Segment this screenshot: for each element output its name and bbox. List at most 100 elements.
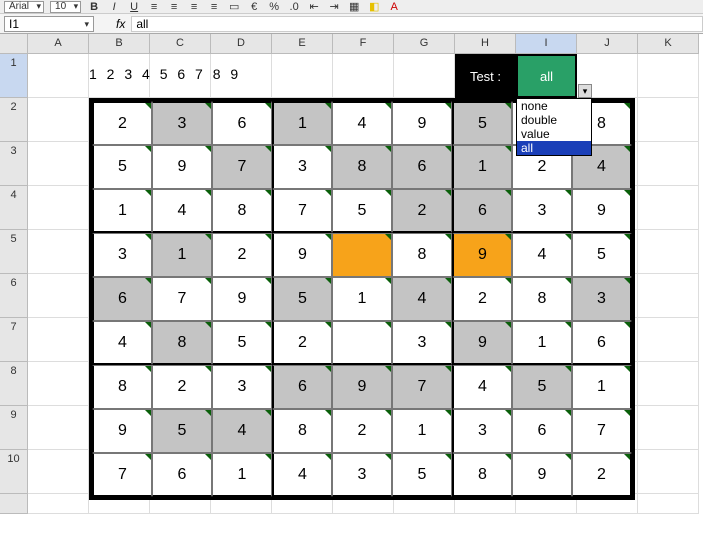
italic-icon[interactable]: I [107, 0, 121, 14]
sudoku-cell[interactable]: 6 [572, 321, 632, 365]
sudoku-cell[interactable]: 3 [452, 409, 512, 453]
sudoku-cell[interactable]: 9 [332, 365, 392, 409]
col-header[interactable]: A [28, 34, 89, 54]
col-header[interactable]: C [150, 34, 211, 54]
sudoku-cell[interactable]: 9 [152, 145, 212, 189]
chevron-down-icon[interactable]: ▾ [578, 84, 592, 98]
sudoku-cell[interactable]: 9 [572, 189, 632, 233]
sudoku-cell[interactable]: 7 [572, 409, 632, 453]
col-header[interactable]: H [455, 34, 516, 54]
cell[interactable] [28, 230, 89, 274]
cell[interactable] [28, 98, 89, 142]
sudoku-cell[interactable]: 4 [92, 321, 152, 365]
cell[interactable] [28, 362, 89, 406]
name-box[interactable]: I1 [4, 16, 94, 32]
sudoku-cell[interactable]: 3 [512, 189, 572, 233]
cell[interactable] [28, 450, 89, 494]
font-size-combo[interactable]: 10 [50, 1, 81, 13]
sudoku-cell[interactable]: 5 [512, 365, 572, 409]
col-header[interactable]: E [272, 34, 333, 54]
sudoku-cell[interactable]: 6 [92, 277, 152, 321]
cell[interactable] [28, 494, 89, 514]
sudoku-cell[interactable]: 5 [572, 233, 632, 277]
sudoku-cell[interactable]: 1 [332, 277, 392, 321]
sudoku-cell[interactable]: 8 [92, 365, 152, 409]
col-header[interactable]: F [333, 34, 394, 54]
cell[interactable] [638, 98, 699, 142]
sudoku-cell[interactable]: 6 [152, 453, 212, 497]
sudoku-cell[interactable]: 7 [212, 145, 272, 189]
col-header[interactable]: G [394, 34, 455, 54]
sudoku-cell[interactable]: 5 [452, 101, 512, 145]
sudoku-cell[interactable]: 6 [272, 365, 332, 409]
sudoku-cell[interactable]: 2 [452, 277, 512, 321]
sudoku-cell[interactable]: 5 [392, 453, 452, 497]
sudoku-cell[interactable]: 9 [392, 101, 452, 145]
sudoku-cell[interactable]: 6 [512, 409, 572, 453]
cell[interactable] [28, 406, 89, 450]
sudoku-cell[interactable] [332, 233, 392, 277]
sudoku-cell[interactable]: 8 [512, 277, 572, 321]
sudoku-cell[interactable] [332, 321, 392, 365]
cell[interactable] [638, 362, 699, 406]
sudoku-cell[interactable]: 7 [272, 189, 332, 233]
cell[interactable] [638, 274, 699, 318]
sudoku-cell[interactable]: 8 [452, 453, 512, 497]
sudoku-cell[interactable]: 1 [92, 189, 152, 233]
sudoku-cell[interactable]: 6 [212, 101, 272, 145]
indent-dec-icon[interactable]: ⇤ [307, 0, 321, 14]
cell[interactable] [638, 406, 699, 450]
sudoku-cell[interactable]: 2 [272, 321, 332, 365]
sudoku-cell[interactable]: 3 [152, 101, 212, 145]
sudoku-cell[interactable]: 2 [332, 409, 392, 453]
sudoku-cell[interactable]: 4 [512, 233, 572, 277]
cell[interactable] [28, 142, 89, 186]
sudoku-cell[interactable]: 1 [392, 409, 452, 453]
cell[interactable] [28, 186, 89, 230]
sudoku-cell[interactable]: 1 [452, 145, 512, 189]
row-header[interactable]: 9 [0, 406, 28, 450]
sudoku-cell[interactable]: 6 [452, 189, 512, 233]
sudoku-cell[interactable]: 4 [332, 101, 392, 145]
row-header[interactable]: 5 [0, 230, 28, 274]
cell[interactable] [638, 230, 699, 274]
sudoku-cell[interactable]: 1 [152, 233, 212, 277]
col-header[interactable]: K [638, 34, 699, 54]
sudoku-cell[interactable]: 2 [392, 189, 452, 233]
sudoku-cell[interactable]: 1 [572, 365, 632, 409]
sudoku-cell[interactable]: 6 [392, 145, 452, 189]
row-header[interactable]: 1 [0, 54, 28, 98]
sudoku-cell[interactable]: 4 [452, 365, 512, 409]
sudoku-cell[interactable]: 2 [572, 453, 632, 497]
align-right-icon[interactable]: ≡ [187, 0, 201, 14]
sudoku-cell[interactable]: 8 [332, 145, 392, 189]
align-center-icon[interactable]: ≡ [167, 0, 181, 14]
cell[interactable] [28, 274, 89, 318]
formula-input[interactable]: all [131, 16, 703, 32]
sudoku-cell[interactable]: 3 [332, 453, 392, 497]
dropdown-option[interactable]: all [517, 141, 591, 155]
sudoku-cell[interactable]: 8 [152, 321, 212, 365]
dropdown-option[interactable]: none [517, 99, 591, 113]
underline-icon[interactable]: U [127, 0, 141, 14]
row-header[interactable]: 8 [0, 362, 28, 406]
fill-color-icon[interactable]: ◧ [367, 0, 381, 14]
col-header[interactable]: D [211, 34, 272, 54]
row-header[interactable]: 7 [0, 318, 28, 362]
row-header[interactable] [0, 494, 28, 514]
font-color-icon[interactable]: A [387, 0, 401, 14]
sudoku-cell[interactable]: 2 [92, 101, 152, 145]
font-name-combo[interactable]: Arial [4, 1, 44, 13]
currency-icon[interactable]: € [247, 0, 261, 14]
sudoku-cell[interactable]: 5 [92, 145, 152, 189]
sudoku-cell[interactable]: 3 [572, 277, 632, 321]
sudoku-cell[interactable]: 4 [392, 277, 452, 321]
sudoku-cell[interactable]: 3 [212, 365, 272, 409]
sudoku-cell[interactable]: 4 [272, 453, 332, 497]
select-all-corner[interactable] [0, 34, 28, 54]
sudoku-cell[interactable]: 9 [92, 409, 152, 453]
sudoku-cell[interactable]: 4 [152, 189, 212, 233]
sudoku-cell[interactable]: 1 [212, 453, 272, 497]
merge-icon[interactable]: ▭ [227, 0, 241, 14]
sudoku-cell[interactable]: 7 [392, 365, 452, 409]
